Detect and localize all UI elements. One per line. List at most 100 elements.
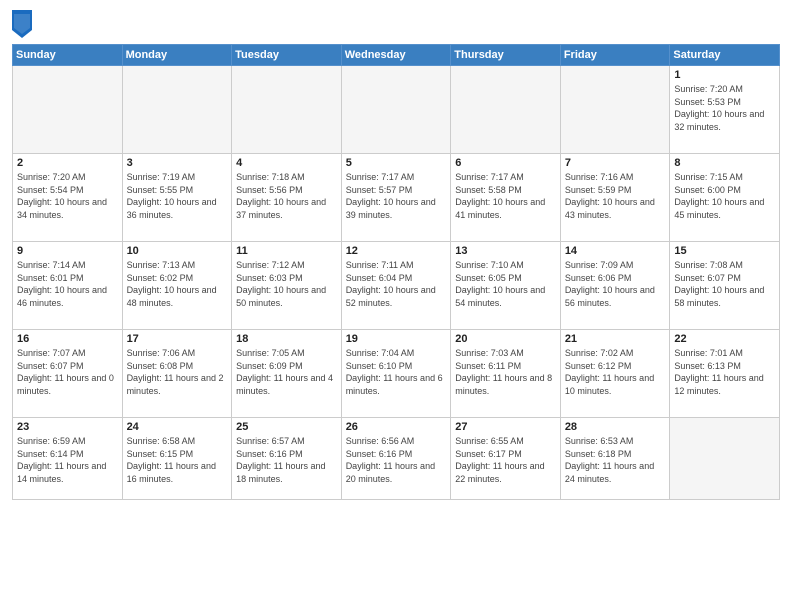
day-number: 2 bbox=[17, 157, 118, 169]
header bbox=[12, 10, 780, 38]
calendar-week-row: 9Sunrise: 7:14 AMSunset: 6:01 PMDaylight… bbox=[13, 242, 780, 330]
calendar-day-cell bbox=[232, 66, 342, 154]
day-info: Sunrise: 6:56 AMSunset: 6:16 PMDaylight:… bbox=[346, 435, 447, 485]
calendar-day-cell: 23 Sunrise: 6:59 AMSunset: 6:14 PMDayligh… bbox=[13, 418, 123, 500]
calendar-week-row: 23 Sunrise: 6:59 AMSunset: 6:14 PMDayligh… bbox=[13, 418, 780, 500]
day-number: 15 bbox=[674, 245, 775, 257]
day-number: 18 bbox=[236, 333, 337, 345]
day-number: 7 bbox=[565, 157, 666, 169]
calendar-day-cell bbox=[670, 418, 780, 500]
calendar-day-cell bbox=[451, 66, 561, 154]
day-info: Sunrise: 7:18 AMSunset: 5:56 PMDaylight:… bbox=[236, 171, 337, 221]
logo bbox=[12, 10, 35, 38]
day-number: 26 bbox=[346, 421, 447, 433]
day-number: 12 bbox=[346, 245, 447, 257]
day-info: Sunrise: 7:19 AMSunset: 5:55 PMDaylight:… bbox=[127, 171, 228, 221]
day-number: 13 bbox=[455, 245, 556, 257]
calendar-header-row: SundayMondayTuesdayWednesdayThursdayFrid… bbox=[13, 45, 780, 66]
calendar-week-row: 1 Sunrise: 7:20 AMSunset: 5:53 PMDaylight… bbox=[13, 66, 780, 154]
day-info: Sunrise: 7:20 AMSunset: 5:54 PMDaylight:… bbox=[17, 171, 118, 221]
calendar-day-cell: 18 Sunrise: 7:05 AMSunset: 6:09 PMDayligh… bbox=[232, 330, 342, 418]
day-number: 25 bbox=[236, 421, 337, 433]
day-info: Sunrise: 7:14 AMSunset: 6:01 PMDaylight:… bbox=[17, 259, 118, 309]
day-number: 1 bbox=[674, 69, 775, 81]
day-info: Sunrise: 7:17 AMSunset: 5:58 PMDaylight:… bbox=[455, 171, 556, 221]
day-info: Sunrise: 7:07 AMSunset: 6:07 PMDaylight:… bbox=[17, 347, 118, 397]
day-number: 10 bbox=[127, 245, 228, 257]
calendar-day-cell bbox=[341, 66, 451, 154]
day-number: 5 bbox=[346, 157, 447, 169]
page: SundayMondayTuesdayWednesdayThursdayFrid… bbox=[0, 0, 792, 612]
calendar-day-cell: 1 Sunrise: 7:20 AMSunset: 5:53 PMDaylight… bbox=[670, 66, 780, 154]
calendar-day-header: Wednesday bbox=[341, 45, 451, 66]
calendar-week-row: 16 Sunrise: 7:07 AMSunset: 6:07 PMDayligh… bbox=[13, 330, 780, 418]
day-info: Sunrise: 7:05 AMSunset: 6:09 PMDaylight:… bbox=[236, 347, 337, 397]
day-number: 19 bbox=[346, 333, 447, 345]
calendar-day-cell: 25 Sunrise: 6:57 AMSunset: 6:16 PMDayligh… bbox=[232, 418, 342, 500]
day-info: Sunrise: 7:09 AMSunset: 6:06 PMDaylight:… bbox=[565, 259, 666, 309]
calendar-day-cell: 9Sunrise: 7:14 AMSunset: 6:01 PMDaylight… bbox=[13, 242, 123, 330]
day-info: Sunrise: 7:08 AMSunset: 6:07 PMDaylight:… bbox=[674, 259, 775, 309]
day-number: 22 bbox=[674, 333, 775, 345]
day-info: Sunrise: 7:13 AMSunset: 6:02 PMDaylight:… bbox=[127, 259, 228, 309]
calendar-day-cell: 10 Sunrise: 7:13 AMSunset: 6:02 PMDayligh… bbox=[122, 242, 232, 330]
day-number: 20 bbox=[455, 333, 556, 345]
calendar-day-cell: 7Sunrise: 7:16 AMSunset: 5:59 PMDaylight… bbox=[560, 154, 670, 242]
day-info: Sunrise: 7:02 AMSunset: 6:12 PMDaylight:… bbox=[565, 347, 666, 397]
calendar-day-cell: 20 Sunrise: 7:03 AMSunset: 6:11 PMDayligh… bbox=[451, 330, 561, 418]
day-number: 4 bbox=[236, 157, 337, 169]
day-number: 21 bbox=[565, 333, 666, 345]
calendar-day-cell: 4 Sunrise: 7:18 AMSunset: 5:56 PMDaylight… bbox=[232, 154, 342, 242]
calendar-day-cell: 11 Sunrise: 7:12 AMSunset: 6:03 PMDayligh… bbox=[232, 242, 342, 330]
day-info: Sunrise: 7:03 AMSunset: 6:11 PMDaylight:… bbox=[455, 347, 556, 397]
day-info: Sunrise: 7:04 AMSunset: 6:10 PMDaylight:… bbox=[346, 347, 447, 397]
calendar-day-cell: 15 Sunrise: 7:08 AMSunset: 6:07 PMDayligh… bbox=[670, 242, 780, 330]
day-number: 17 bbox=[127, 333, 228, 345]
day-number: 8 bbox=[674, 157, 775, 169]
day-info: Sunrise: 7:01 AMSunset: 6:13 PMDaylight:… bbox=[674, 347, 775, 397]
calendar-day-cell: 2 Sunrise: 7:20 AMSunset: 5:54 PMDaylight… bbox=[13, 154, 123, 242]
day-info: Sunrise: 7:12 AMSunset: 6:03 PMDaylight:… bbox=[236, 259, 337, 309]
calendar-day-cell: 16 Sunrise: 7:07 AMSunset: 6:07 PMDayligh… bbox=[13, 330, 123, 418]
calendar-day-cell: 27Sunrise: 6:55 AMSunset: 6:17 PMDayligh… bbox=[451, 418, 561, 500]
calendar-day-cell: 13 Sunrise: 7:10 AMSunset: 6:05 PMDayligh… bbox=[451, 242, 561, 330]
calendar-day-cell: 26 Sunrise: 6:56 AMSunset: 6:16 PMDayligh… bbox=[341, 418, 451, 500]
day-info: Sunrise: 7:17 AMSunset: 5:57 PMDaylight:… bbox=[346, 171, 447, 221]
calendar-day-cell: 12 Sunrise: 7:11 AMSunset: 6:04 PMDayligh… bbox=[341, 242, 451, 330]
calendar-day-cell: 5 Sunrise: 7:17 AMSunset: 5:57 PMDaylight… bbox=[341, 154, 451, 242]
day-number: 11 bbox=[236, 245, 337, 257]
calendar-day-cell: 21 Sunrise: 7:02 AMSunset: 6:12 PMDayligh… bbox=[560, 330, 670, 418]
day-info: Sunrise: 7:10 AMSunset: 6:05 PMDaylight:… bbox=[455, 259, 556, 309]
calendar-day-cell: 14 Sunrise: 7:09 AMSunset: 6:06 PMDayligh… bbox=[560, 242, 670, 330]
calendar-day-cell bbox=[13, 66, 123, 154]
calendar-day-header: Saturday bbox=[670, 45, 780, 66]
day-info: Sunrise: 7:11 AMSunset: 6:04 PMDaylight:… bbox=[346, 259, 447, 309]
calendar-table: SundayMondayTuesdayWednesdayThursdayFrid… bbox=[12, 44, 780, 500]
calendar-day-header: Sunday bbox=[13, 45, 123, 66]
day-number: 23 bbox=[17, 421, 118, 433]
day-info: Sunrise: 6:57 AMSunset: 6:16 PMDaylight:… bbox=[236, 435, 337, 485]
calendar-day-header: Thursday bbox=[451, 45, 561, 66]
calendar-day-cell: 17Sunrise: 7:06 AMSunset: 6:08 PMDayligh… bbox=[122, 330, 232, 418]
day-info: Sunrise: 6:59 AMSunset: 6:14 PMDaylight:… bbox=[17, 435, 118, 485]
calendar-day-header: Tuesday bbox=[232, 45, 342, 66]
day-number: 28 bbox=[565, 421, 666, 433]
day-number: 6 bbox=[455, 157, 556, 169]
logo-icon bbox=[12, 10, 32, 38]
calendar-day-cell: 6 Sunrise: 7:17 AMSunset: 5:58 PMDaylight… bbox=[451, 154, 561, 242]
day-info: Sunrise: 6:58 AMSunset: 6:15 PMDaylight:… bbox=[127, 435, 228, 485]
calendar-day-cell bbox=[122, 66, 232, 154]
day-info: Sunrise: 6:53 AMSunset: 6:18 PMDaylight:… bbox=[565, 435, 666, 485]
calendar-day-header: Monday bbox=[122, 45, 232, 66]
day-number: 14 bbox=[565, 245, 666, 257]
calendar-day-cell: 3 Sunrise: 7:19 AMSunset: 5:55 PMDaylight… bbox=[122, 154, 232, 242]
calendar-week-row: 2 Sunrise: 7:20 AMSunset: 5:54 PMDaylight… bbox=[13, 154, 780, 242]
day-info: Sunrise: 7:20 AMSunset: 5:53 PMDaylight:… bbox=[674, 83, 775, 133]
calendar-day-cell: 22 Sunrise: 7:01 AMSunset: 6:13 PMDayligh… bbox=[670, 330, 780, 418]
day-number: 3 bbox=[127, 157, 228, 169]
calendar-day-cell bbox=[560, 66, 670, 154]
calendar-day-cell: 28 Sunrise: 6:53 AMSunset: 6:18 PMDayligh… bbox=[560, 418, 670, 500]
day-number: 16 bbox=[17, 333, 118, 345]
calendar-day-header: Friday bbox=[560, 45, 670, 66]
day-number: 27 bbox=[455, 421, 556, 433]
